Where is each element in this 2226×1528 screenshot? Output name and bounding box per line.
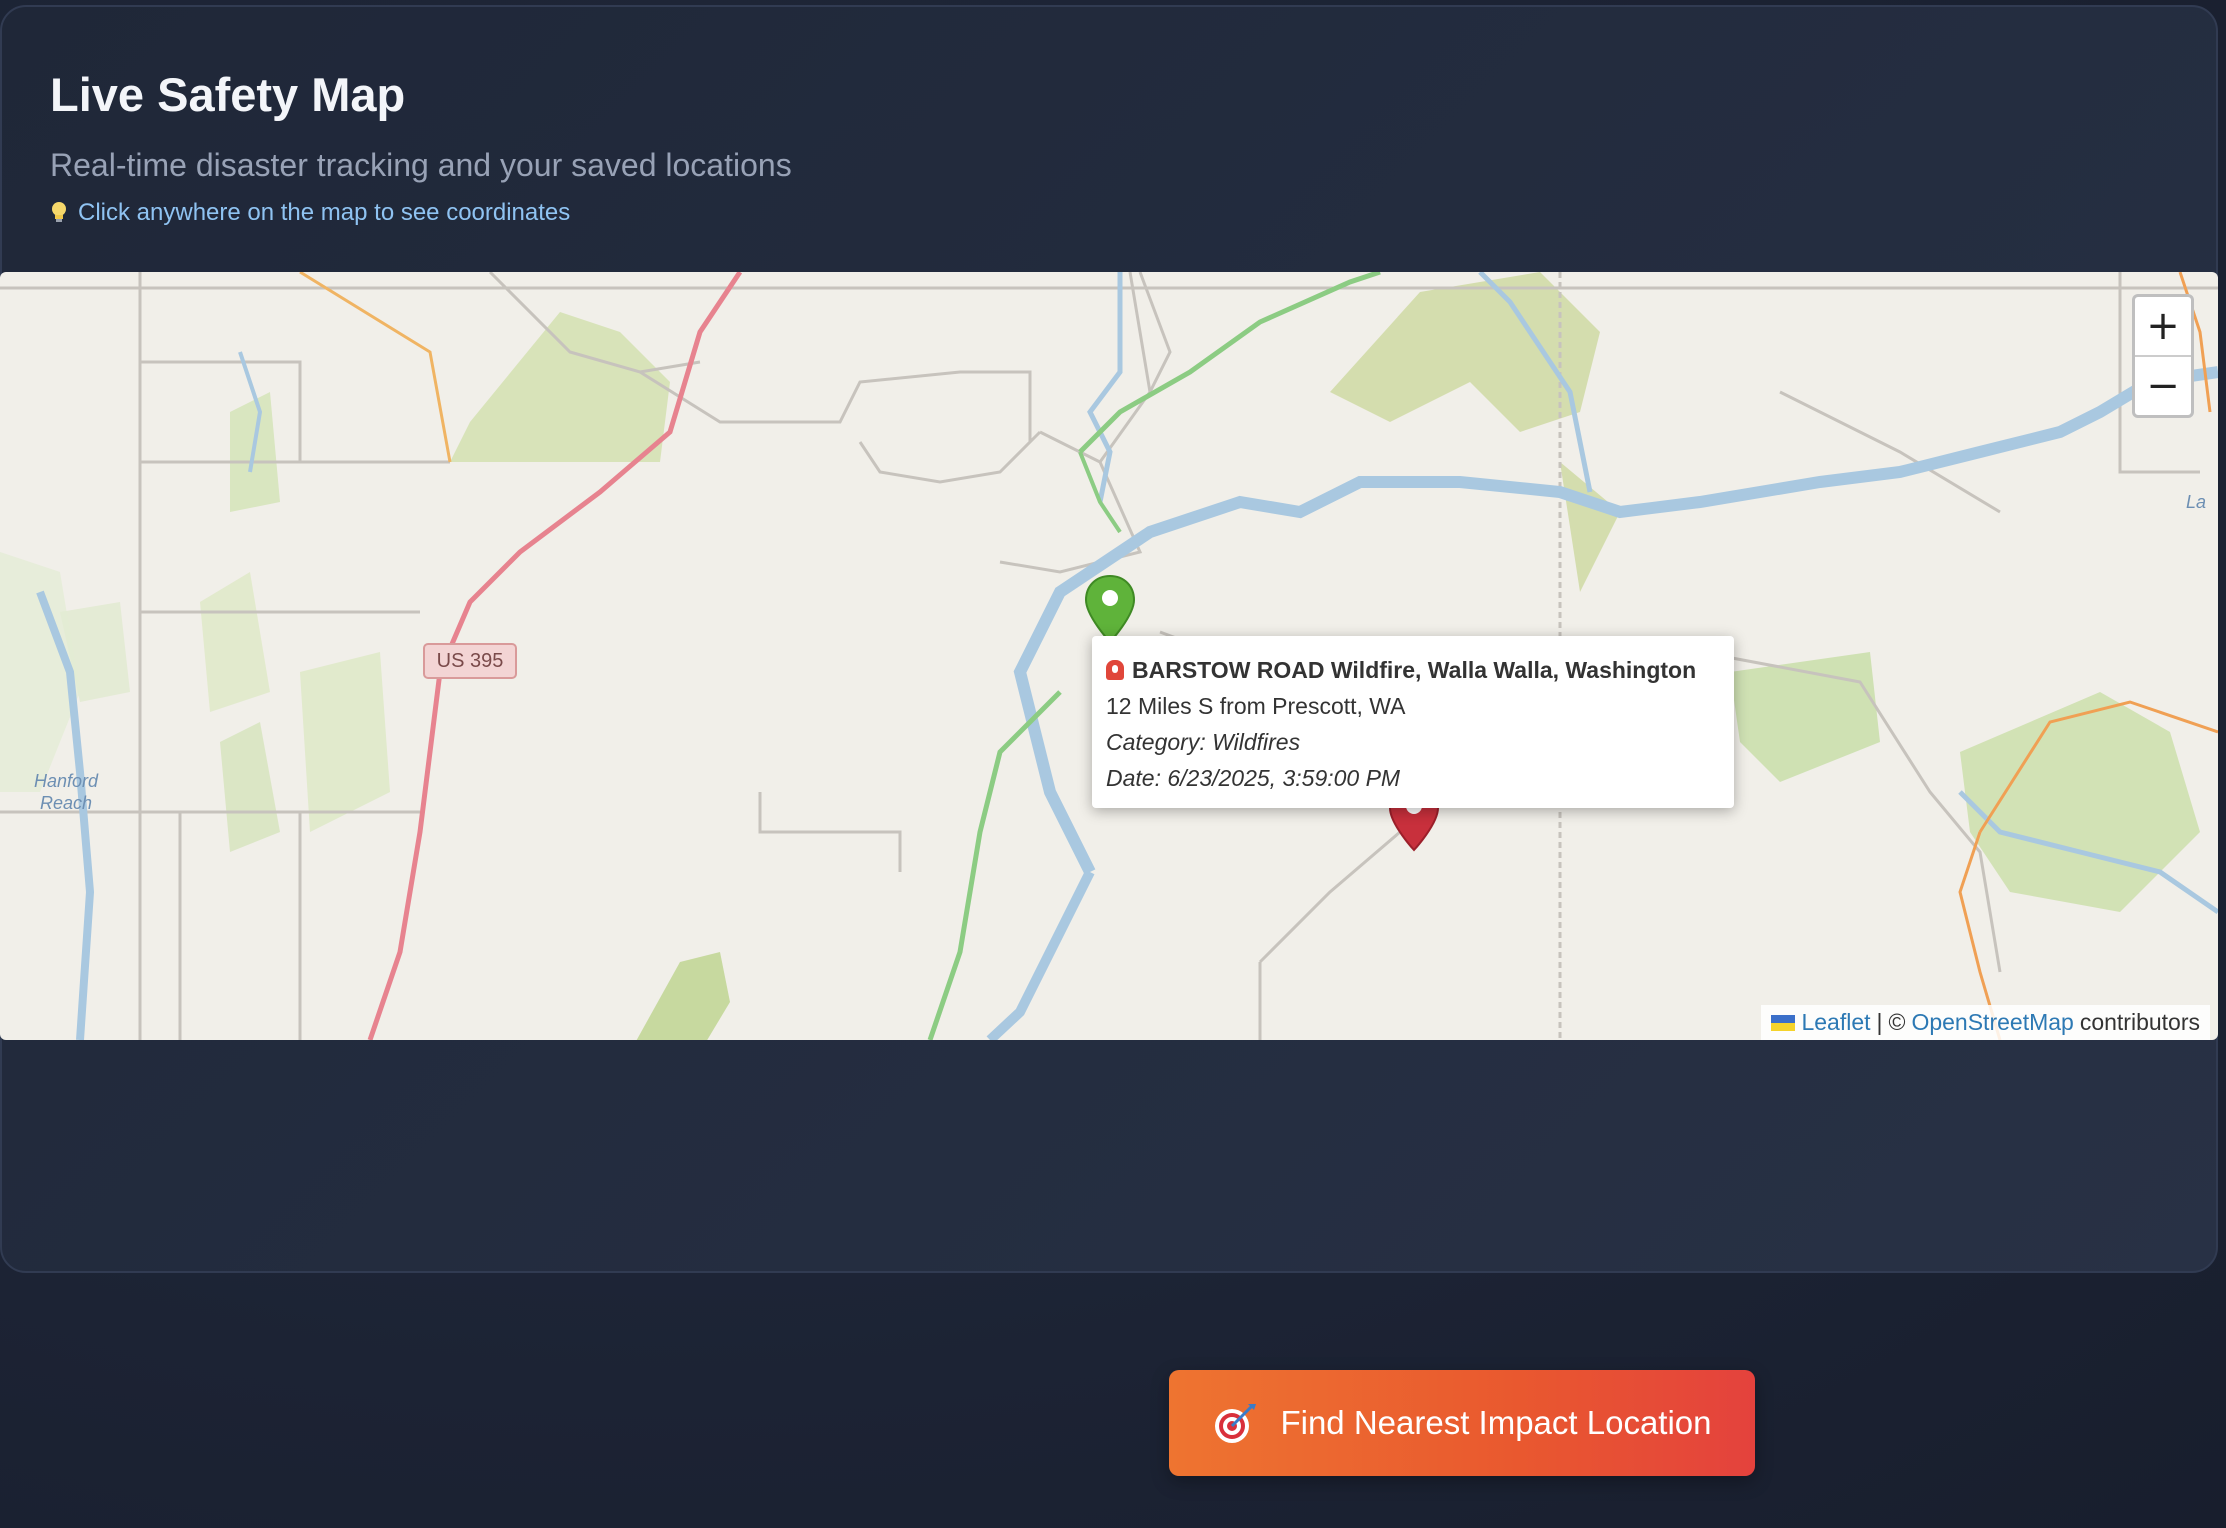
map-canvas[interactable]: US 395 Hanford Reach La BARSTOW ROAD Wil… (0, 272, 2218, 1040)
edge-place-label: La (2186, 492, 2207, 512)
find-nearest-label: Find Nearest Impact Location (1280, 1404, 1712, 1441)
map-hint-text: Click anywhere on the map to see coordin… (78, 199, 571, 226)
popup-location: 12 Miles S from Prescott, WA (1106, 693, 1406, 719)
zoom-out-button[interactable]: − (2135, 355, 2191, 415)
map-hint: Click anywhere on the map to see coordin… (50, 199, 570, 227)
find-nearest-impact-button[interactable]: Find Nearest Impact Location (1169, 1370, 1755, 1476)
popup-title-row: BARSTOW ROAD Wildfire, Walla Walla, Wash… (1106, 652, 1720, 688)
osm-link[interactable]: OpenStreetMap (1911, 1009, 2073, 1036)
popup-title: BARSTOW ROAD Wildfire, Walla Walla, Wash… (1132, 657, 1697, 683)
leaflet-link[interactable]: Leaflet (1801, 1009, 1870, 1036)
place-label-line2: Reach (40, 793, 93, 813)
zoom-control: + − (2132, 294, 2194, 418)
attribution-separator: | (1876, 1009, 1883, 1035)
place-label: Hanford Reach (34, 770, 98, 814)
road-shield-label: US 395 (436, 650, 504, 672)
popup-category: Category: Wildfires (1106, 729, 1301, 755)
attribution-contributors: contributors (2079, 1009, 2200, 1035)
page-subtitle: Real-time disaster tracking and your sav… (50, 147, 792, 183)
zoom-in-button[interactable]: + (2135, 297, 2191, 355)
map-attribution: Leaflet | © OpenStreetMap contributors (1761, 1005, 2210, 1040)
place-label-line1: Hanford (34, 771, 99, 791)
popup-date: Date: 6/23/2025, 3:59:00 PM (1106, 765, 1401, 791)
disaster-popup: BARSTOW ROAD Wildfire, Walla Walla, Wash… (1092, 636, 1734, 808)
page: Live Safety Map Real-time disaster track… (0, 0, 2226, 1528)
page-title: Live Safety Map (50, 68, 406, 121)
attribution-copyright: © (1888, 1009, 1906, 1035)
ukraine-flag-icon (1771, 1014, 1796, 1031)
dart-target-icon (1212, 1400, 1258, 1446)
siren-icon (1106, 660, 1124, 680)
lightbulb-icon (50, 201, 68, 225)
